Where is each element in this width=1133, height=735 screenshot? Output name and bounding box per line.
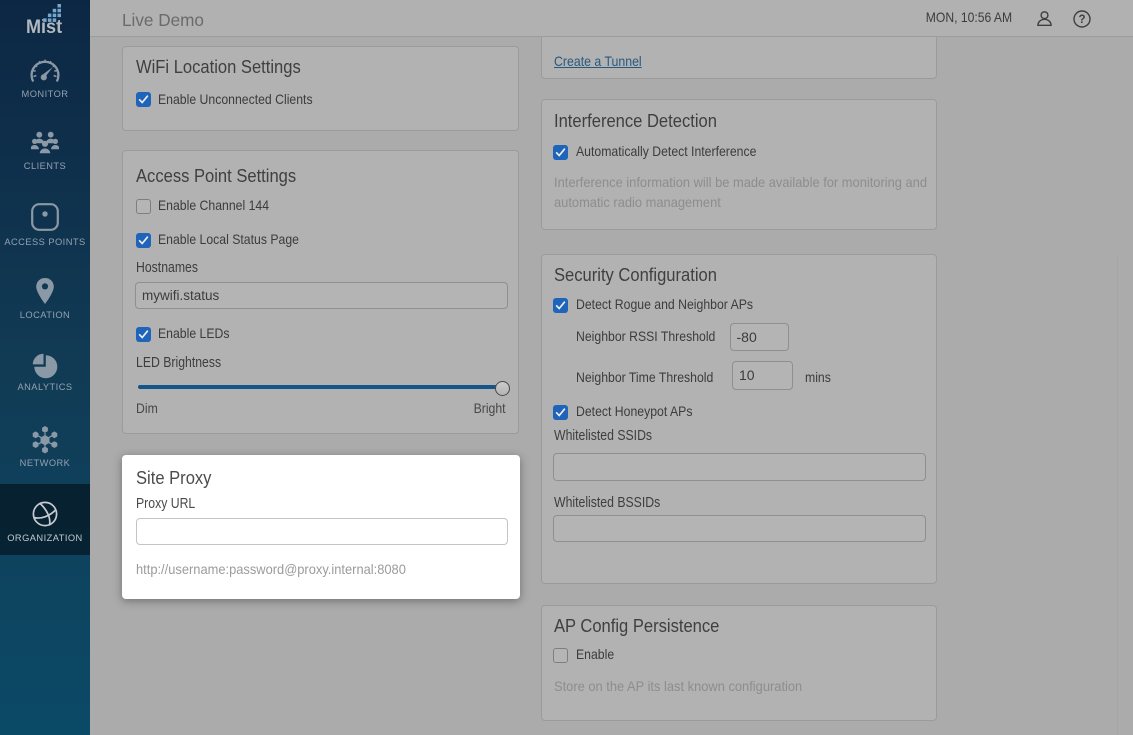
svg-text:?: ? <box>1078 14 1085 26</box>
